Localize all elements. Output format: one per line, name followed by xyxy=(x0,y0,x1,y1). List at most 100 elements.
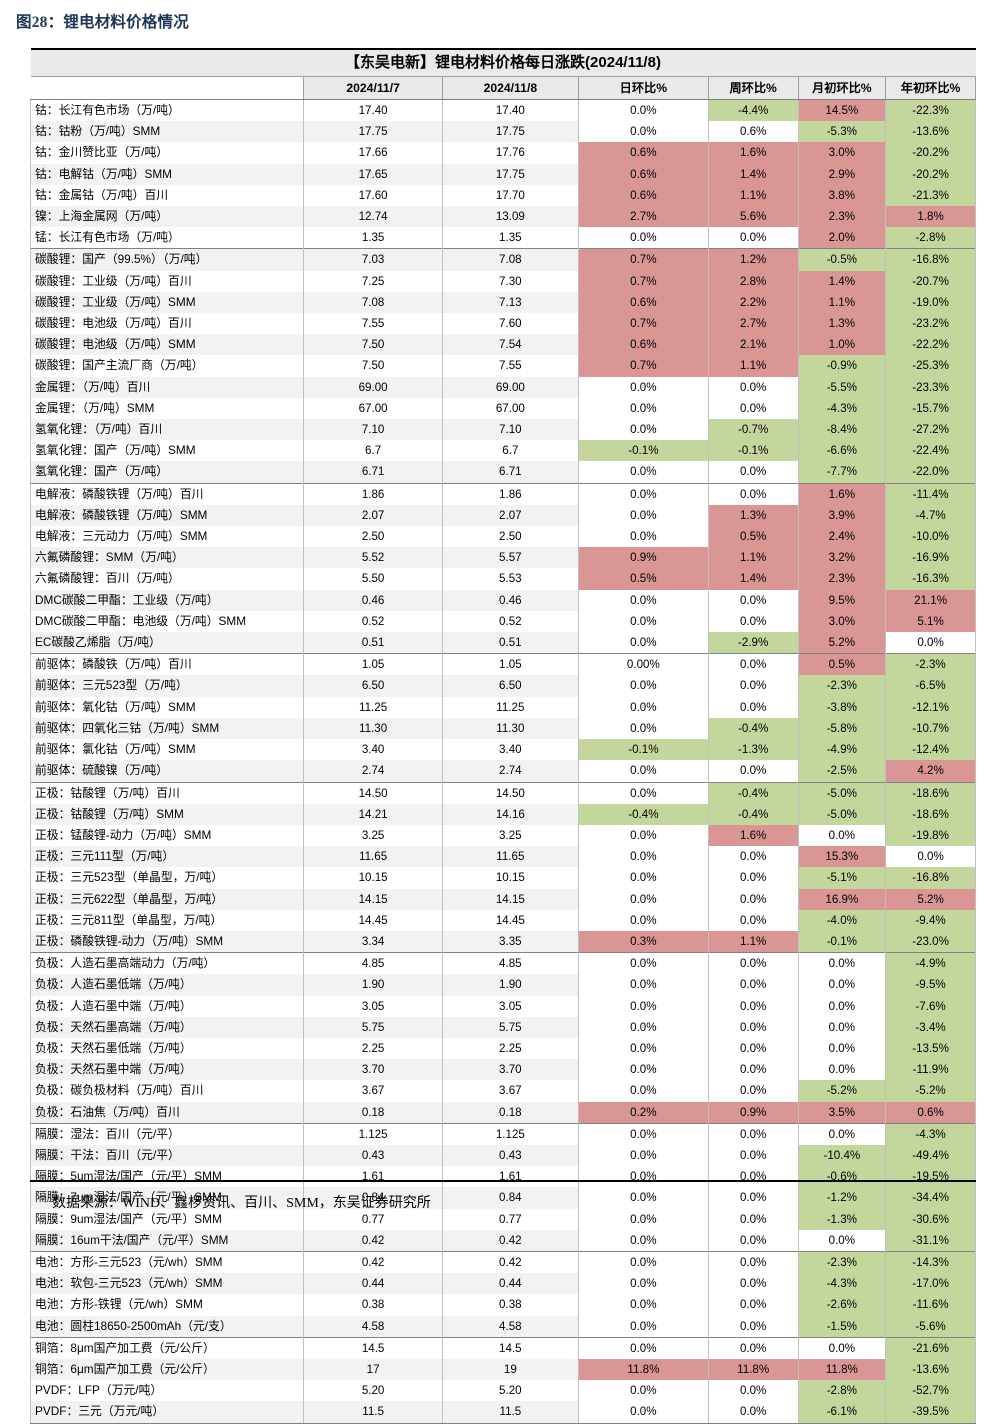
cell-daily-change: 0.0% xyxy=(577,461,709,484)
cell-price-date2: 4.85 xyxy=(441,952,579,975)
table-row: 电解液：磷酸铁锂（万/吨）百川 1.86 1.86 0.0% 0.0% 1.6% -11.4… xyxy=(29,482,976,505)
table-row: 电池：圆柱18650-2500mAh（元/支） 4.58 4.58 0.0% 0.0% -… xyxy=(29,1315,976,1338)
cell-price-date1: 1.61 xyxy=(303,1166,443,1188)
cell-price-date1: 1.90 xyxy=(303,974,443,996)
cell-material-name: 正极：锰酸锂-动力（万/吨）SMM xyxy=(29,824,305,847)
cell-weekly-change: 0.0% xyxy=(707,1250,799,1274)
cell-price-date1: 17 xyxy=(303,1358,443,1381)
cell-ytd-change: -16.8% xyxy=(885,867,976,889)
cell-weekly-change: 1.1% xyxy=(707,355,799,377)
cell-material-name: 六氟磷酸锂：SMM（万/吨） xyxy=(29,547,305,569)
cell-ytd-change: -15.7% xyxy=(885,397,976,420)
cell-material-name: 前驱体：磷酸铁（万/吨）百川 xyxy=(29,653,305,676)
cell-material-name: 前驱体：四氧化三钴（万/吨）SMM xyxy=(29,717,305,740)
cell-daily-change: 0.0% xyxy=(577,1273,709,1295)
cell-price-date2: 2.25 xyxy=(441,1037,579,1060)
cell-price-date2: 11.5 xyxy=(441,1401,579,1424)
cell-monthly-change: -1.2% xyxy=(797,1187,887,1209)
cell-monthly-change: -2.3% xyxy=(797,1250,887,1274)
cell-weekly-change: 0.0% xyxy=(707,888,799,910)
table-row: 负极：天然石墨低端（万/吨） 2.25 2.25 0.0% 0.0% 0.0% -13.5% xyxy=(29,1037,976,1060)
cell-price-date1: 1.05 xyxy=(303,653,443,676)
table-row: 前驱体：三元523型（万/吨） 6.50 6.50 0.0% 0.0% -2.3% -6.5… xyxy=(29,675,976,697)
cell-material-name: 钴：钴粉（万/吨）SMM xyxy=(29,121,305,143)
cell-price-date2: 11.65 xyxy=(441,846,579,868)
cell-daily-change: 0.0% xyxy=(577,121,709,143)
cell-monthly-change: 0.0% xyxy=(797,952,887,975)
cell-material-name: 碳酸锂：电池级（万/吨）SMM xyxy=(29,334,305,356)
table-row: 电池：方形-铁锂（元/wh）SMM 0.38 0.38 0.0% 0.0% -2.6% -1… xyxy=(29,1294,976,1316)
cell-price-date1: 2.50 xyxy=(303,526,443,548)
cell-price-date1: 6.50 xyxy=(303,675,443,697)
cell-monthly-change: 11.8% xyxy=(797,1358,887,1381)
cell-monthly-change: -3.8% xyxy=(797,696,887,718)
cell-price-date1: 4.58 xyxy=(303,1315,443,1338)
cell-price-date2: 17.76 xyxy=(441,142,579,164)
cell-daily-change: 0.0% xyxy=(577,760,709,782)
cell-ytd-change: 5.1% xyxy=(885,610,976,633)
cell-material-name: 隔膜：湿法：百川（元/平） xyxy=(29,1122,305,1145)
cell-material-name: 正极：三元811型（单晶型，万/吨） xyxy=(29,909,305,931)
cell-monthly-change: -2.6% xyxy=(797,1294,887,1316)
cell-material-name: 电池：方形-铁锂（元/wh）SMM xyxy=(29,1294,305,1316)
cell-monthly-change: 16.9% xyxy=(797,888,887,910)
cell-daily-change: 0.6% xyxy=(577,291,709,314)
cell-ytd-change: -34.4% xyxy=(885,1187,976,1209)
cell-ytd-change: -21.3% xyxy=(885,184,976,207)
cell-material-name: DMC碳酸二甲酯：电池级（万/吨）SMM xyxy=(29,610,305,633)
cell-weekly-change: 0.0% xyxy=(707,1401,799,1424)
cell-material-name: 电解液：磷酸铁锂（万/吨）SMM xyxy=(29,504,305,527)
table-row: 正极：钴酸锂（万/吨）SMM 14.21 14.16 -0.4% -0.4% -5.0% -… xyxy=(29,803,976,825)
cell-weekly-change: 0.0% xyxy=(707,1187,799,1209)
cell-daily-change: 0.0% xyxy=(577,1380,709,1402)
cell-price-date2: 11.30 xyxy=(441,717,579,740)
cell-weekly-change: 0.0% xyxy=(707,1315,799,1338)
cell-daily-change: 0.0% xyxy=(577,1122,709,1145)
cell-price-date2: 19 xyxy=(441,1358,579,1381)
table-row: 隔膜：5um湿法/国产（元/平）SMM 1.61 1.61 0.0% 0.0% -0.6%… xyxy=(29,1166,976,1188)
table-banner-title: 【东吴电新】锂电材料价格每日涨跌(2024/11/8) xyxy=(30,48,976,77)
table-row: 隔膜：干法：百川（元/平） 0.43 0.43 0.0% 0.0% -10.4% -49.4… xyxy=(29,1144,976,1167)
lithium-material-price-table: 【东吴电新】锂电材料价格每日涨跌(2024/11/8) 2024/11/7 20… xyxy=(29,48,976,1424)
cell-price-date1: 6.71 xyxy=(303,461,443,484)
cell-monthly-change: -0.9% xyxy=(797,355,887,377)
table-body: 【东吴电新】锂电材料价格每日涨跌(2024/11/8) 2024/11/7 20… xyxy=(29,48,976,1424)
table-row: 六氟磷酸锂：SMM（万/吨） 5.52 5.57 0.9% 1.1% 3.2% -16.9% xyxy=(29,547,976,569)
cell-price-date1: 5.75 xyxy=(303,1016,443,1038)
cell-price-date1: 3.70 xyxy=(303,1059,443,1081)
cell-price-date1: 2.74 xyxy=(303,760,443,782)
cell-ytd-change: -49.4% xyxy=(885,1144,976,1167)
cell-price-date1: 7.25 xyxy=(303,270,443,292)
table-row: 氢氧化锂：国产（万/吨） 6.71 6.71 0.0% 0.0% -7.7% -22.0% xyxy=(29,461,976,484)
table-row: 电解液：磷酸铁锂（万/吨）SMM 2.07 2.07 0.0% 1.3% 3.9% -4.7… xyxy=(29,504,976,527)
cell-daily-change: 0.0% xyxy=(577,1166,709,1188)
cell-monthly-change: -5.1% xyxy=(797,867,887,889)
cell-daily-change: 0.0% xyxy=(577,717,709,740)
table-row: 负极：天然石墨高端（万/吨） 5.75 5.75 0.0% 0.0% 0.0% -3.4% xyxy=(29,1016,976,1038)
cell-monthly-change: 2.0% xyxy=(797,227,887,249)
cell-monthly-change: 0.0% xyxy=(797,1037,887,1060)
cell-monthly-change: 2.3% xyxy=(797,206,887,228)
cell-monthly-change: 2.3% xyxy=(797,568,887,590)
cell-ytd-change: -23.2% xyxy=(885,313,976,335)
cell-price-date2: 1.86 xyxy=(441,482,579,505)
cell-weekly-change: -0.4% xyxy=(707,781,799,804)
cell-material-name: 负极：人造石墨高端动力（万/吨） xyxy=(29,952,305,975)
cell-monthly-change: -4.3% xyxy=(797,397,887,420)
cell-price-date2: 0.43 xyxy=(441,1144,579,1167)
cell-daily-change: 0.7% xyxy=(577,270,709,292)
cell-material-name: 钴：金属钴（万/吨）百川 xyxy=(29,184,305,207)
cell-material-name: 钴：金川赞比亚（万/吨） xyxy=(29,142,305,164)
cell-weekly-change: 1.4% xyxy=(707,568,799,590)
cell-daily-change: 0.0% xyxy=(577,675,709,697)
table-row: 碳酸锂：电池级（万/吨）百川 7.55 7.60 0.7% 2.7% 1.3% -23.2% xyxy=(29,313,976,335)
cell-material-name: 碳酸锂：电池级（万/吨）百川 xyxy=(29,313,305,335)
cell-weekly-change: 5.6% xyxy=(707,206,799,228)
cell-monthly-change: -5.3% xyxy=(797,121,887,143)
cell-ytd-change: -19.5% xyxy=(885,1166,976,1188)
cell-ytd-change: -22.2% xyxy=(885,334,976,356)
cell-price-date1: 14.15 xyxy=(303,888,443,910)
table-row: 前驱体：磷酸铁（万/吨）百川 1.05 1.05 0.00% 0.0% 0.5% -2.3% xyxy=(29,653,976,676)
cell-material-name: 负极：石油焦（万/吨）百川 xyxy=(29,1101,305,1124)
cell-price-date1: 0.38 xyxy=(303,1294,443,1316)
